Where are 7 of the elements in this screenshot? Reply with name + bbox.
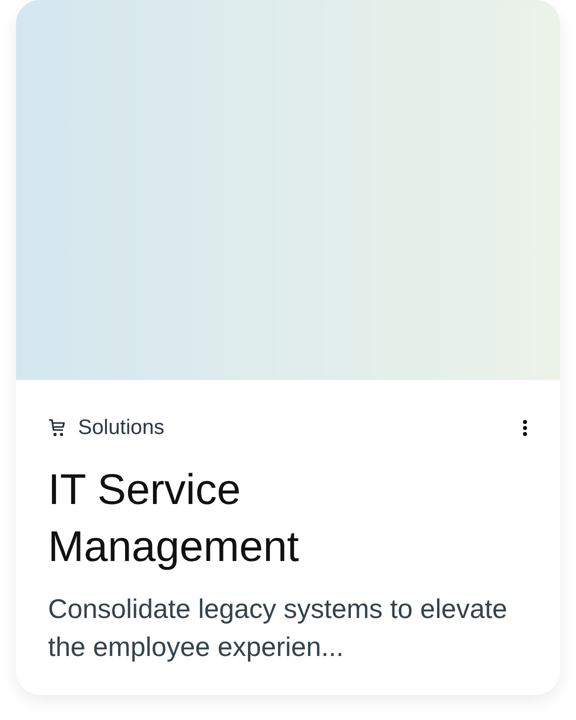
solution-card[interactable]: Solutions IT Service Management Consolidate legacy systems to elevate the employee experien...	[16, 0, 560, 695]
more-icon	[522, 419, 528, 437]
card-title: IT Service Management	[48, 465, 300, 573]
cart-icon	[48, 418, 66, 438]
card-description: Consolidate legacy systems to elevate the employee experien...	[48, 593, 508, 664]
more-options-button[interactable]	[522, 419, 528, 437]
category-label: Solutions	[78, 416, 164, 440]
